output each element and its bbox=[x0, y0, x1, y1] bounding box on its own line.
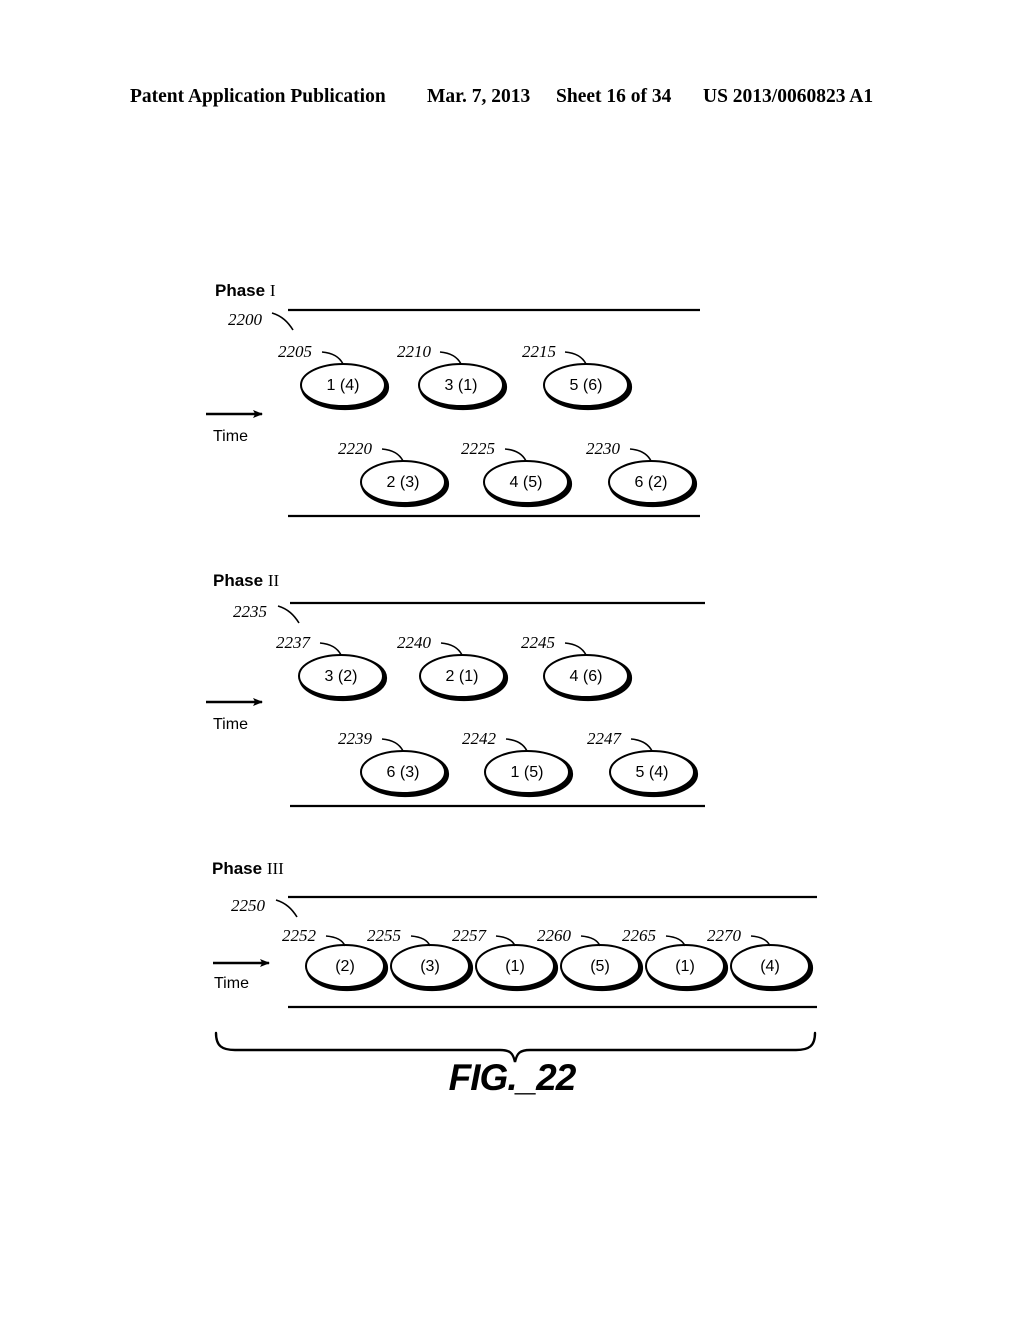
ref-2245: 2245 bbox=[521, 633, 555, 652]
node-label-2210: 3 (1) bbox=[444, 377, 478, 394]
ref-2252: 2252 bbox=[282, 926, 316, 945]
ref-2239: 2239 bbox=[338, 729, 372, 748]
node-label-2240: 2 (1) bbox=[445, 668, 479, 685]
node-label-2215: 5 (6) bbox=[569, 377, 603, 394]
node-label-2255: (3) bbox=[420, 958, 440, 975]
leader-2205 bbox=[321, 351, 344, 365]
node-label-2260: (5) bbox=[590, 958, 610, 975]
leader-2225 bbox=[504, 448, 527, 462]
node-label-2205: 1 (4) bbox=[326, 377, 360, 394]
leader-2220 bbox=[381, 448, 404, 462]
ref-2265: 2265 bbox=[622, 926, 656, 945]
node-label-2265: (1) bbox=[675, 958, 695, 975]
figure-caption: FIG._22 bbox=[448, 1057, 577, 1098]
leader-2230 bbox=[629, 448, 652, 462]
ref-2215: 2215 bbox=[522, 342, 556, 361]
node-label-2247: 5 (4) bbox=[635, 764, 669, 781]
ref-2260: 2260 bbox=[537, 926, 571, 945]
phase-label-2: Phase II bbox=[213, 571, 280, 590]
node-label-2252: (2) bbox=[335, 958, 355, 975]
leader-2239 bbox=[381, 738, 404, 752]
ref-2220: 2220 bbox=[338, 439, 372, 458]
ref-2200: 2200 bbox=[228, 310, 262, 329]
leader-2250 bbox=[275, 899, 298, 918]
leader-2247 bbox=[630, 738, 653, 752]
ref-2210: 2210 bbox=[397, 342, 431, 361]
ref-2255: 2255 bbox=[367, 926, 401, 945]
ref-2230: 2230 bbox=[586, 439, 620, 458]
leader-2200 bbox=[271, 312, 294, 331]
figure-22: Phase I 2200 Time 2205 2210 2215 1 (4) 3… bbox=[0, 0, 1024, 1320]
ref-2240: 2240 bbox=[397, 633, 431, 652]
ref-2247: 2247 bbox=[587, 729, 621, 748]
node-label-2239: 6 (3) bbox=[386, 764, 420, 781]
ref-2250: 2250 bbox=[231, 896, 265, 915]
node-label-2225: 4 (5) bbox=[509, 474, 543, 491]
node-label-2270: (4) bbox=[760, 958, 780, 975]
figure-vector-layer bbox=[206, 308, 817, 1063]
ref-2270: 2270 bbox=[707, 926, 741, 945]
ref-2237: 2237 bbox=[276, 633, 310, 652]
leader-2237 bbox=[319, 642, 342, 656]
ref-2205: 2205 bbox=[278, 342, 312, 361]
node-label-2237: 3 (2) bbox=[324, 668, 358, 685]
leader-2235 bbox=[277, 605, 300, 624]
ref-2257: 2257 bbox=[452, 926, 486, 945]
ref-2235: 2235 bbox=[233, 602, 267, 621]
phase-label-1: Phase I bbox=[215, 281, 276, 300]
phase-label-3: Phase III bbox=[212, 859, 284, 878]
node-label-2242: 1 (5) bbox=[510, 764, 544, 781]
node-label-2245: 4 (6) bbox=[569, 668, 603, 685]
node-label-2230: 6 (2) bbox=[634, 474, 668, 491]
leader-2240 bbox=[440, 642, 463, 656]
leader-2245 bbox=[564, 642, 587, 656]
time-label-3: Time bbox=[214, 975, 249, 992]
time-label-1: Time bbox=[213, 428, 248, 445]
node-label-2257: (1) bbox=[505, 958, 525, 975]
ref-2225: 2225 bbox=[461, 439, 495, 458]
time-label-2: Time bbox=[213, 716, 248, 733]
leader-2242 bbox=[505, 738, 528, 752]
ref-2242: 2242 bbox=[462, 729, 496, 748]
node-label-2220: 2 (3) bbox=[386, 474, 420, 491]
leader-2215 bbox=[564, 351, 587, 365]
leader-2210 bbox=[439, 351, 462, 365]
